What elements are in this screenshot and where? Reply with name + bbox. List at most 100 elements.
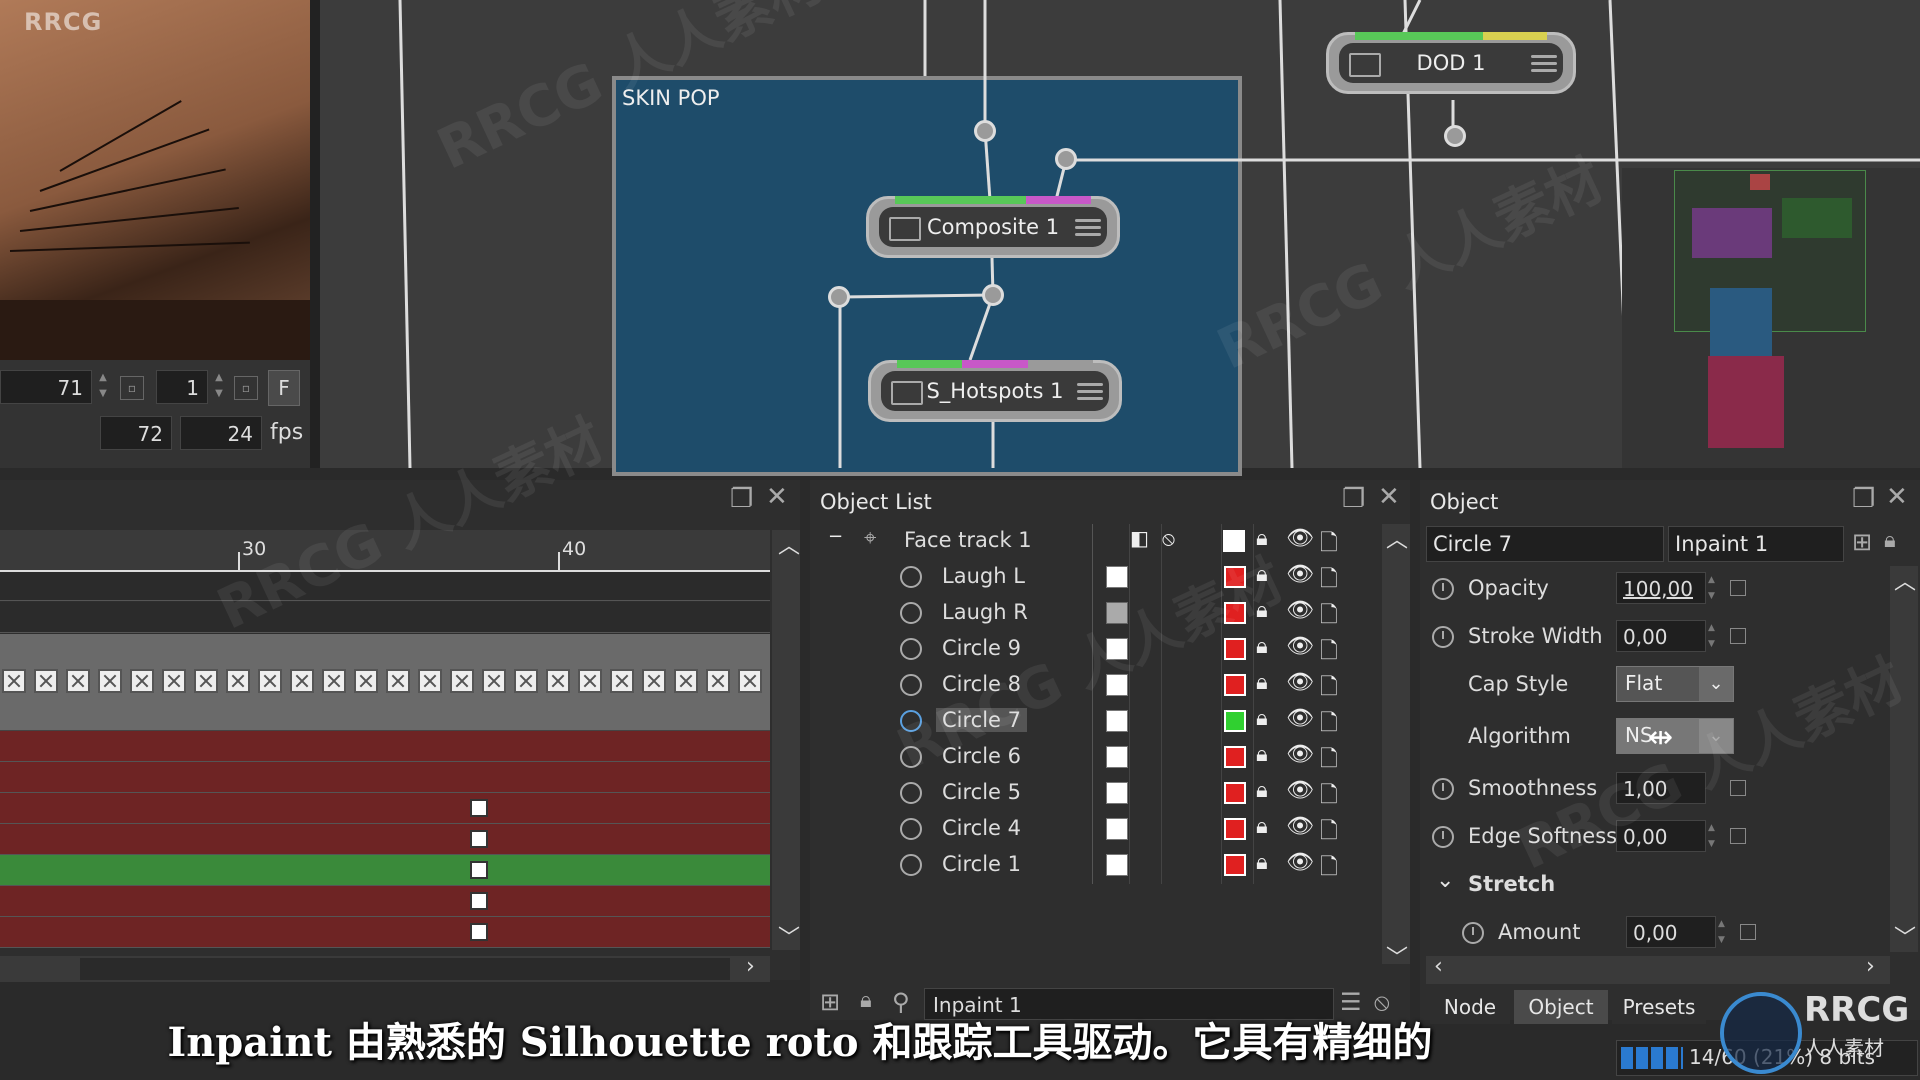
track-row[interactable]	[0, 602, 770, 633]
track-row[interactable]	[0, 824, 770, 855]
lock-icon[interactable]: 🔒︎	[1256, 778, 1268, 803]
stroke-width-key-icon[interactable]	[1730, 628, 1746, 644]
keyframe[interactable]	[470, 861, 488, 879]
edge-softness-spinner[interactable]: ▲ ▼	[1708, 820, 1728, 852]
node-menu-icon[interactable]	[1077, 383, 1103, 401]
scroll-down-icon[interactable]: ﹀	[1386, 940, 1408, 972]
page-icon[interactable]: 🗋	[1320, 778, 1338, 816]
node-menu-icon[interactable]	[1531, 55, 1557, 73]
track-row[interactable]	[0, 572, 770, 601]
composite-output-port[interactable]	[982, 284, 1004, 306]
page-icon[interactable]: 🗋	[1320, 598, 1338, 636]
add-icon[interactable]: ⊞	[1852, 528, 1872, 556]
objpanel-vscroll[interactable]	[1890, 566, 1918, 952]
scroll-down-icon[interactable]: ﹀	[778, 920, 800, 952]
edge-softness-key-icon[interactable]	[1730, 828, 1746, 844]
object-color-swatch[interactable]	[1224, 854, 1246, 876]
page-icon[interactable]: 🗋	[1320, 562, 1338, 600]
visibility-icon[interactable]: 👁︎	[1286, 850, 1314, 875]
dod-output-port[interactable]	[1444, 125, 1466, 147]
visibility-icon[interactable]: 👁︎	[1286, 670, 1314, 695]
lock-icon[interactable]: 🔒︎	[1884, 528, 1896, 553]
stroke-width-spinner[interactable]: ▲ ▼	[1708, 620, 1728, 652]
visibility-icon[interactable]: 👁︎	[1286, 706, 1314, 731]
page-icon[interactable]: 🗋	[1320, 526, 1338, 564]
page-icon[interactable]: 🗋	[1320, 670, 1338, 708]
page-icon[interactable]: 🗋	[1320, 634, 1338, 672]
amount-key-icon[interactable]	[1740, 924, 1756, 940]
object-root-row[interactable]: − ⌖ Face track 1 ◧ ⦸ 🔒︎ 👁︎ 🗋	[820, 524, 1380, 560]
keyframe[interactable]	[470, 799, 488, 817]
node-composite[interactable]: Composite 1	[866, 196, 1120, 258]
page-icon[interactable]: 🗋	[1320, 850, 1338, 888]
tab-presets[interactable]: Presets	[1612, 990, 1706, 1024]
outline-toggle[interactable]	[1106, 818, 1128, 840]
composite-input-port-b[interactable]	[1055, 148, 1077, 170]
visibility-icon[interactable]: 👁︎	[1286, 562, 1314, 587]
visibility-icon[interactable]: 👁︎	[1286, 634, 1314, 659]
object-list-item[interactable]: Circle 5 🔒︎ 👁︎ 🗋	[820, 776, 1380, 812]
object-color-swatch[interactable]	[1224, 782, 1246, 804]
outline-toggle[interactable]	[1106, 710, 1128, 732]
scroll-up-icon[interactable]: ︿	[1894, 564, 1916, 596]
keyframe-track[interactable]	[0, 664, 770, 698]
object-list-item[interactable]: Circle 4 🔒︎ 👁︎ 🗋	[820, 812, 1380, 848]
objpanel-float-icon[interactable]: ❐	[1852, 484, 1875, 514]
timeline-close-icon[interactable]: ✕	[766, 482, 788, 512]
cap-style-dropdown[interactable]: Flat ⌄	[1616, 666, 1734, 702]
track-row[interactable]	[0, 731, 770, 762]
timeline-float-icon[interactable]: ❐	[730, 484, 753, 514]
page-icon[interactable]: 🗋	[1320, 814, 1338, 852]
keyframe-clock-icon[interactable]	[1432, 626, 1454, 648]
objlist-vscroll[interactable]	[1382, 524, 1410, 964]
keyframe-clock-icon[interactable]	[1462, 922, 1484, 944]
outline-toggle[interactable]	[1106, 854, 1128, 876]
object-list-item[interactable]: Laugh L 🔒︎ 👁︎ 🗋	[820, 560, 1380, 596]
keyframe[interactable]	[470, 830, 488, 848]
lock-icon[interactable]: 🔒︎	[1256, 706, 1268, 731]
opacity-field[interactable]: 100,00	[1616, 572, 1706, 604]
scroll-left-icon[interactable]: ‹	[1434, 954, 1443, 979]
track-row[interactable]	[0, 698, 770, 731]
timeline-vscroll[interactable]	[772, 530, 800, 950]
objpanel-close-icon[interactable]: ✕	[1886, 482, 1908, 512]
opacity-key-icon[interactable]	[1730, 580, 1746, 596]
visibility-icon[interactable]: 👁︎	[1286, 526, 1314, 551]
scroll-down-icon[interactable]: ﹀	[1894, 920, 1916, 952]
timeline-hscroll[interactable]	[0, 956, 770, 982]
stretch-section[interactable]: ⌄ Stretch	[1426, 866, 1896, 906]
lock-icon[interactable]: 🔒︎	[1256, 634, 1268, 659]
track-row[interactable]	[0, 886, 770, 917]
hotspots-input-port-a[interactable]	[828, 286, 850, 308]
visibility-icon[interactable]: 👁︎	[1286, 778, 1314, 803]
opacity-spinner[interactable]: ▲ ▼	[1708, 572, 1728, 604]
outline-toggle[interactable]	[1106, 746, 1128, 768]
object-color-swatch[interactable]	[1224, 638, 1246, 660]
node-s-hotspots[interactable]: S_Hotspots 1	[868, 360, 1122, 422]
object-color-swatch[interactable]	[1224, 818, 1246, 840]
object-color-swatch[interactable]	[1224, 674, 1246, 696]
outline-toggle[interactable]	[1106, 782, 1128, 804]
keyframe[interactable]	[470, 892, 488, 910]
amount-spinner[interactable]: ▲ ▼	[1718, 916, 1738, 948]
composite-input-port-a[interactable]	[974, 120, 996, 142]
object-color-swatch[interactable]	[1224, 710, 1246, 732]
object-name-field[interactable]: Circle 7	[1426, 526, 1664, 562]
scroll-right-icon[interactable]: ›	[746, 954, 755, 979]
node-menu-icon[interactable]	[1075, 219, 1101, 237]
track-row-selected[interactable]	[0, 855, 770, 886]
object-color-swatch[interactable]	[1224, 746, 1246, 768]
node-name-field[interactable]: Inpaint 1	[1668, 526, 1844, 562]
objlist-close-icon[interactable]: ✕	[1378, 482, 1400, 512]
keyframe[interactable]	[470, 923, 488, 941]
lock-icon[interactable]: 🔒︎	[1256, 814, 1268, 839]
page-icon[interactable]: 🗋	[1320, 742, 1338, 780]
stroke-width-field[interactable]: 0,00	[1616, 620, 1706, 652]
outline-toggle[interactable]	[1106, 566, 1128, 588]
scroll-up-icon[interactable]: ︿	[778, 528, 800, 560]
track-row[interactable]	[0, 634, 770, 664]
visibility-icon[interactable]: 👁︎	[1286, 814, 1314, 839]
lock-icon[interactable]: 🔒︎	[1256, 742, 1268, 767]
lock-icon[interactable]: 🔒︎	[1256, 850, 1268, 875]
track-row[interactable]	[0, 917, 770, 948]
